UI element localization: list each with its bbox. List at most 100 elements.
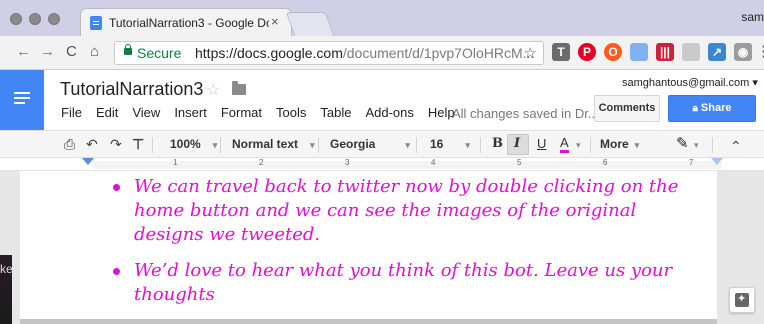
font-value: Georgia: [330, 137, 376, 151]
formatting-toolbar: ⎙ ↶ ↷ ⊤ 100% ▾ Normal text ▾ Georgia ▾ 16 ▾ …: [0, 130, 764, 158]
zoom-select[interactable]: 100% ▾: [170, 136, 217, 153]
redo-icon[interactable]: ↷: [110, 136, 122, 152]
profile-name[interactable]: sam: [741, 10, 764, 24]
font-size-value: 16: [430, 137, 444, 151]
bookmark-star-icon[interactable]: ☆: [524, 44, 537, 62]
tab-title: TutorialNarration3 - Google Dc: [109, 16, 269, 30]
tab-google-docs[interactable]: TutorialNarration3 - Google Dc ×: [80, 8, 292, 36]
document-title[interactable]: TutorialNarration3: [60, 79, 203, 100]
ruler-number: 1: [173, 158, 178, 167]
ruler-track: [92, 161, 722, 169]
extension-t-icon[interactable]: T: [552, 43, 570, 61]
reload-icon[interactable]: C: [66, 44, 77, 60]
lock-icon: [124, 44, 132, 55]
style-select[interactable]: Normal text ▾: [232, 136, 315, 153]
chevron-down-icon: ▾: [694, 140, 699, 150]
adjacent-window-edge: [0, 171, 12, 324]
url-text[interactable]: https://docs.google.com/document/d/1pvp7…: [195, 45, 534, 61]
italic-button[interactable]: I: [514, 136, 520, 152]
menu-table[interactable]: Table: [320, 105, 351, 120]
pinterest-icon[interactable]: P: [578, 43, 596, 61]
list-item[interactable]: We’d love to hear what you think of this…: [110, 259, 710, 307]
font-select[interactable]: Georgia ▾: [330, 136, 410, 153]
ruler-number: 2: [259, 158, 264, 167]
chevron-down-icon: ▾: [405, 140, 410, 150]
bars-extension-icon[interactable]: |||: [656, 43, 674, 61]
chevron-down-icon: ▾: [310, 140, 315, 150]
forward-arrow-icon[interactable]: →: [40, 44, 55, 60]
docs-header: TutorialNarration3 ☆ File Edit View Inse…: [0, 70, 764, 130]
close-window-icon[interactable]: [10, 13, 22, 25]
address-bar[interactable]: Secure https://docs.google.com/document/…: [114, 41, 544, 65]
document-page[interactable]: We can travel back to twitter now by dou…: [20, 171, 717, 319]
menu-add-ons[interactable]: Add-ons: [365, 105, 413, 120]
zoom-window-icon[interactable]: [48, 13, 60, 25]
document-canvas: We can travel back to twitter now by dou…: [0, 171, 764, 324]
ruler-number: 7: [689, 158, 694, 167]
menu-bar: File Edit View Insert Format Tools Table…: [61, 105, 469, 120]
right-indent-marker[interactable]: [711, 158, 723, 165]
star-icon[interactable]: ☆: [206, 80, 220, 100]
account-email-text: samghantous@gmail.com: [622, 77, 750, 89]
ruler[interactable]: 1 2 3 4 5 6 7: [0, 158, 764, 171]
ruler-number: 4: [431, 158, 436, 167]
menu-tools[interactable]: Tools: [276, 105, 306, 120]
underline-button[interactable]: U: [537, 136, 546, 152]
minimize-window-icon[interactable]: [29, 13, 41, 25]
opera-extension-icon[interactable]: O: [604, 43, 622, 61]
browser-window: TutorialNarration3 - Google Dc × sam ← →…: [0, 0, 764, 324]
paint-format-icon[interactable]: ⊤: [132, 136, 144, 152]
editing-mode-caret[interactable]: ▾: [694, 136, 699, 153]
menu-view[interactable]: View: [132, 105, 160, 120]
ruler-number: 5: [517, 158, 522, 167]
print-icon[interactable]: ⎙: [64, 136, 75, 152]
browser-menu-icon[interactable]: ⋮: [756, 44, 764, 60]
secure-label: Secure: [137, 45, 182, 61]
share-button[interactable]: 🔒︎ Share: [668, 95, 756, 122]
home-icon[interactable]: ⌂: [90, 44, 99, 60]
save-status[interactable]: All changes saved in Dr...: [452, 106, 599, 121]
navigation-bar: ← → C ⌂ Secure https://docs.google.com/d…: [0, 36, 764, 70]
camera-extension-icon[interactable]: ◉: [734, 43, 752, 61]
bullet-list: We can travel back to twitter now by dou…: [110, 175, 710, 319]
new-tab-button[interactable]: [285, 12, 335, 36]
google-docs-favicon-icon: [90, 16, 102, 30]
menu-edit[interactable]: Edit: [96, 105, 118, 120]
explore-button-icon[interactable]: [729, 287, 755, 313]
ruler-number: 3: [345, 158, 350, 167]
horizontal-scrollbar[interactable]: [20, 319, 717, 324]
ruler-number: 6: [603, 158, 608, 167]
bold-button[interactable]: B: [492, 136, 503, 152]
text-color-caret: ▾: [576, 140, 581, 150]
more-button[interactable]: More ▾: [600, 136, 639, 153]
font-size-select[interactable]: 16 ▾: [430, 136, 470, 153]
chevron-down-icon: ▾: [212, 140, 218, 150]
menu-file[interactable]: File: [61, 105, 82, 120]
comments-button[interactable]: Comments: [594, 95, 660, 122]
lock-icon: 🔒︎: [692, 103, 698, 114]
account-email[interactable]: samghantous@gmail.com ▾: [622, 76, 758, 89]
pencil-editing-mode-icon[interactable]: ✎: [676, 136, 689, 152]
menu-format[interactable]: Format: [221, 105, 262, 120]
collapse-toolbar-icon[interactable]: ⌃: [730, 138, 742, 154]
docs-logo-icon[interactable]: [0, 70, 44, 130]
list-item[interactable]: We can travel back to twitter now by dou…: [110, 175, 710, 247]
chevron-down-icon[interactable]: ▾: [576, 136, 581, 153]
arrow-extension-icon[interactable]: ↗: [708, 43, 726, 61]
text-color-button[interactable]: A: [560, 136, 569, 153]
bullet-point: [113, 268, 120, 275]
share-label: Share: [700, 102, 732, 114]
tab-close-icon[interactable]: ×: [271, 14, 279, 29]
undo-icon[interactable]: ↶: [86, 136, 98, 152]
menu-help[interactable]: Help: [428, 105, 455, 120]
chevron-down-icon: ▾: [465, 140, 470, 150]
url-domain: https://docs.google.com: [195, 45, 343, 61]
drive-extension-icon[interactable]: [682, 43, 700, 61]
list-item-text: We can travel back to twitter now by dou…: [134, 176, 679, 245]
document-extension-icon[interactable]: [630, 43, 648, 61]
adjacent-window-text: ke: [0, 262, 13, 276]
back-arrow-icon[interactable]: ←: [16, 44, 31, 60]
left-indent-marker[interactable]: [82, 158, 94, 165]
menu-insert[interactable]: Insert: [174, 105, 207, 120]
folder-icon[interactable]: [232, 81, 246, 95]
